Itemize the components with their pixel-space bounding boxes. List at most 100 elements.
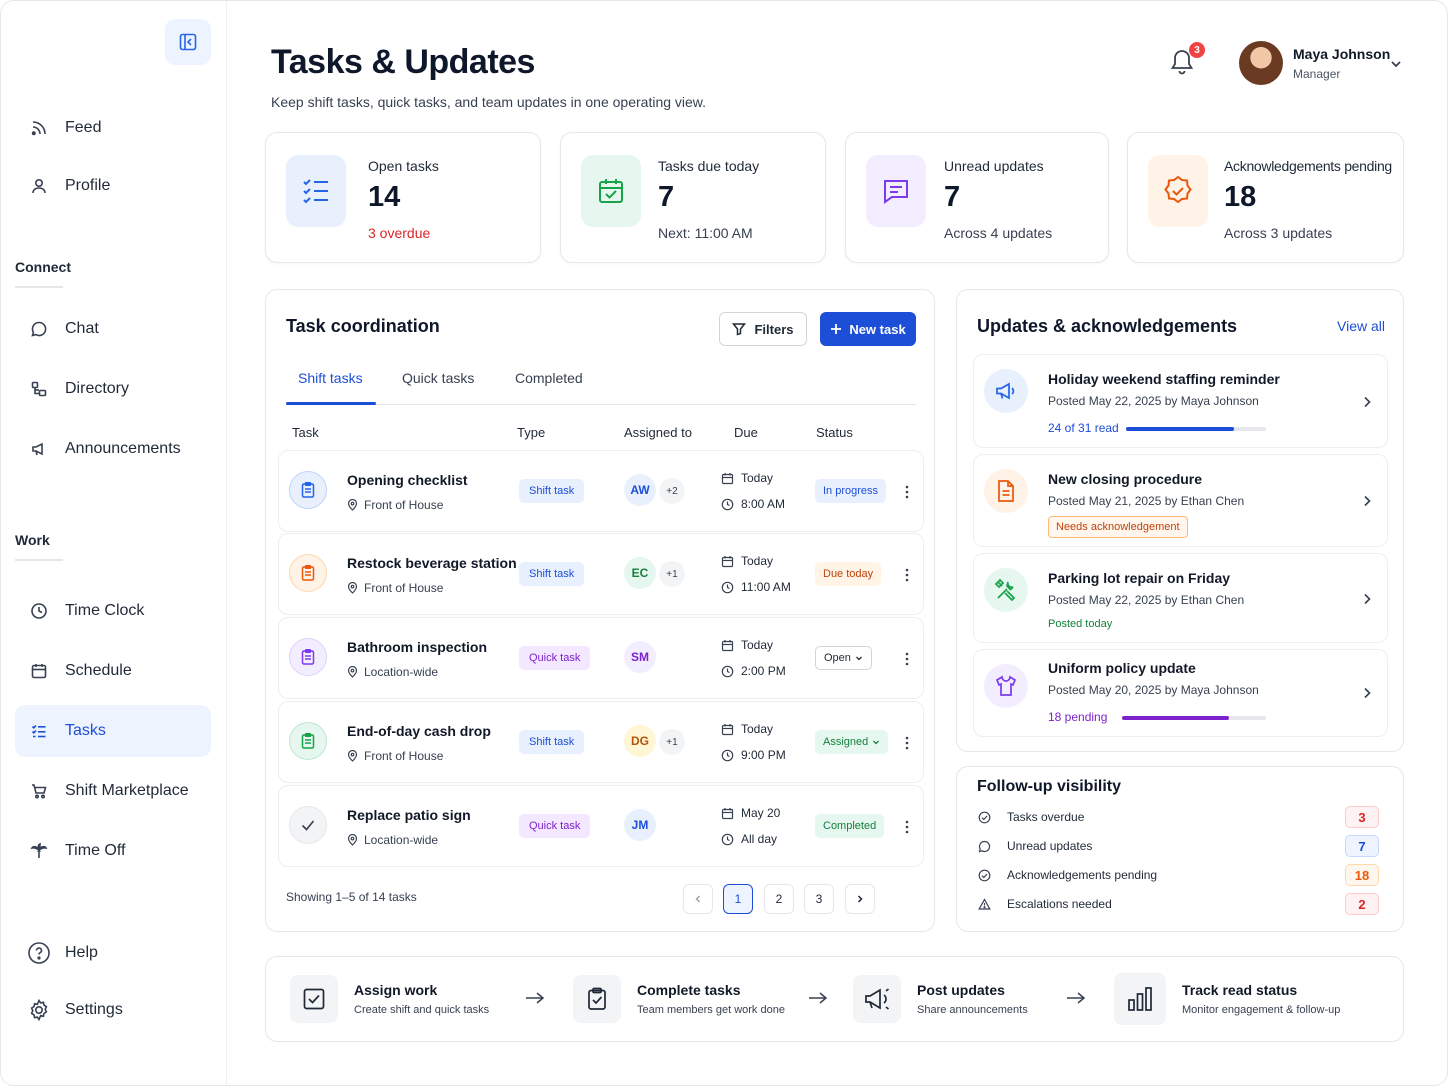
calendar-icon: [721, 472, 734, 484]
checklist-icon: [286, 155, 346, 227]
pagination-summary: Showing 1–5 of 14 tasks: [286, 890, 417, 904]
followup-row-unread-updates[interactable]: Unread updates 7: [977, 835, 1381, 857]
table-row[interactable]: Bathroom inspection Location-wide Quick …: [278, 617, 924, 699]
location-pin-icon: [347, 582, 358, 594]
badge-check-icon: [977, 868, 991, 882]
sidebar-item-profile[interactable]: Profile: [15, 160, 211, 212]
gear-icon: [27, 998, 51, 1022]
sidebar-item-schedule[interactable]: Schedule: [15, 645, 211, 697]
bar-chart-icon: [1114, 973, 1166, 1025]
new-task-button[interactable]: New task: [820, 312, 916, 346]
pagination-page-2[interactable]: 2: [764, 884, 794, 914]
sidebar-item-label: Settings: [65, 1001, 123, 1018]
stat-label: Open tasks: [368, 158, 439, 174]
sidebar-item-shift-marketplace[interactable]: Shift Marketplace: [15, 765, 211, 817]
sidebar-item-label: Time Off: [65, 842, 126, 859]
followup-row-acknowledgements[interactable]: Acknowledgements pending 18: [977, 864, 1381, 886]
clipboard-icon: [289, 554, 327, 592]
pagination-next[interactable]: [845, 884, 875, 914]
location-pin-icon: [347, 750, 358, 762]
user-icon: [27, 174, 51, 198]
stat-card-acknowledgements[interactable]: Acknowledgements pending 18 Across 3 upd…: [1127, 132, 1404, 263]
sidebar-item-help[interactable]: Help: [15, 927, 211, 979]
followup-row-tasks-overdue[interactable]: Tasks overdue 3: [977, 806, 1381, 828]
arrow-right-icon: [526, 992, 545, 1004]
clock-icon: [721, 498, 734, 510]
row-menu-button[interactable]: [899, 814, 915, 840]
location-pin-icon: [347, 834, 358, 846]
updates-panel: Updates & acknowledgements View all Holi…: [956, 289, 1404, 752]
warning-icon: [977, 897, 991, 911]
avatar[interactable]: [1239, 41, 1283, 85]
pagination-page-3[interactable]: 3: [804, 884, 834, 914]
sidebar-item-feed[interactable]: Feed: [15, 102, 211, 154]
calendar-icon: [721, 639, 734, 651]
sidebar-item-time-clock[interactable]: Time Clock: [15, 585, 211, 637]
tab-divider: [286, 404, 916, 405]
update-card[interactable]: New closing procedure Posted May 21, 202…: [973, 454, 1388, 547]
update-title: New closing procedure: [1048, 471, 1203, 487]
followup-row-escalations[interactable]: Escalations needed 2: [977, 893, 1381, 915]
table-row[interactable]: Restock beverage station Front of House …: [278, 533, 924, 615]
user-role: Manager: [1293, 67, 1341, 81]
sidebar-item-label: Directory: [65, 380, 130, 397]
step-title: Complete tasks: [637, 982, 741, 998]
sidebar-collapse-button[interactable]: [165, 19, 211, 65]
followup-label: Tasks overdue: [1007, 810, 1085, 824]
table-row[interactable]: Opening checklist Front of House Shift t…: [278, 450, 924, 532]
message-icon: [866, 155, 926, 227]
stat-card-tasks-due-today[interactable]: Tasks due today 7 Next: 11:00 AM: [560, 132, 826, 263]
status-dropdown[interactable]: Assigned: [815, 730, 889, 754]
table-row[interactable]: Replace patio sign Location-wide Quick t…: [278, 785, 924, 867]
chevron-down-icon: [873, 740, 880, 745]
sidebar-item-announcements[interactable]: Announcements: [15, 423, 211, 475]
tab-quick-tasks[interactable]: Quick tasks: [402, 370, 474, 386]
read-progress-label: 24 of 31 read: [1048, 421, 1119, 435]
task-name: End-of-day cash drop: [347, 723, 491, 739]
sidebar-item-chat[interactable]: Chat: [15, 303, 211, 355]
filters-button[interactable]: Filters: [719, 312, 807, 346]
tab-shift-tasks[interactable]: Shift tasks: [298, 370, 363, 386]
task-location: Location-wide: [347, 665, 438, 679]
row-menu-button[interactable]: [899, 730, 915, 756]
row-menu-button[interactable]: [899, 646, 915, 672]
calendar-icon: [721, 555, 734, 567]
shirt-icon: [984, 664, 1028, 708]
tab-completed[interactable]: Completed: [515, 370, 583, 386]
sidebar-item-tasks[interactable]: Tasks: [15, 705, 211, 757]
task-location-label: Front of House: [364, 749, 444, 763]
column-header-task: Task: [292, 425, 319, 440]
stat-card-unread-updates[interactable]: Unread updates 7 Across 4 updates: [845, 132, 1109, 263]
app-window: Feed Profile Connect Chat Directory Anno…: [0, 0, 1448, 1086]
clipboard-icon: [289, 722, 327, 760]
pagination-prev[interactable]: [683, 884, 713, 914]
calendar-icon: [27, 659, 51, 683]
update-card[interactable]: Parking lot repair on Friday Posted May …: [973, 553, 1388, 643]
due-day: Today: [721, 471, 773, 485]
sidebar-item-time-off[interactable]: Time Off: [15, 825, 211, 877]
due-time-label: 2:00 PM: [741, 664, 786, 678]
badge-check-icon: [1148, 155, 1208, 227]
stat-value: 7: [944, 181, 961, 213]
column-header-assigned: Assigned to: [624, 425, 692, 440]
pagination-page-1[interactable]: 1: [723, 884, 753, 914]
row-menu-button[interactable]: [899, 562, 915, 588]
table-row[interactable]: End-of-day cash drop Front of House Shif…: [278, 701, 924, 783]
due-time-label: 9:00 PM: [741, 748, 786, 762]
update-card[interactable]: Uniform policy update Posted May 20, 202…: [973, 649, 1388, 737]
status-dropdown[interactable]: Open: [815, 646, 872, 670]
update-card[interactable]: Holiday weekend staffing reminder Posted…: [973, 354, 1388, 448]
sidebar-item-directory[interactable]: Directory: [15, 363, 211, 415]
sidebar-item-label: Time Clock: [65, 602, 145, 619]
chevron-right-icon: [857, 895, 863, 903]
calendar-icon: [721, 807, 734, 819]
stat-card-open-tasks[interactable]: Open tasks 14 3 overdue: [265, 132, 541, 263]
due-day: Today: [721, 638, 773, 652]
row-menu-button[interactable]: [899, 479, 915, 505]
assignee-more: +1: [659, 561, 685, 587]
user-menu-toggle[interactable]: [1389, 57, 1403, 71]
column-header-due: Due: [734, 425, 758, 440]
megaphone-icon: [27, 437, 51, 461]
view-all-link[interactable]: View all: [1337, 318, 1385, 334]
sidebar-item-settings[interactable]: Settings: [15, 984, 211, 1036]
